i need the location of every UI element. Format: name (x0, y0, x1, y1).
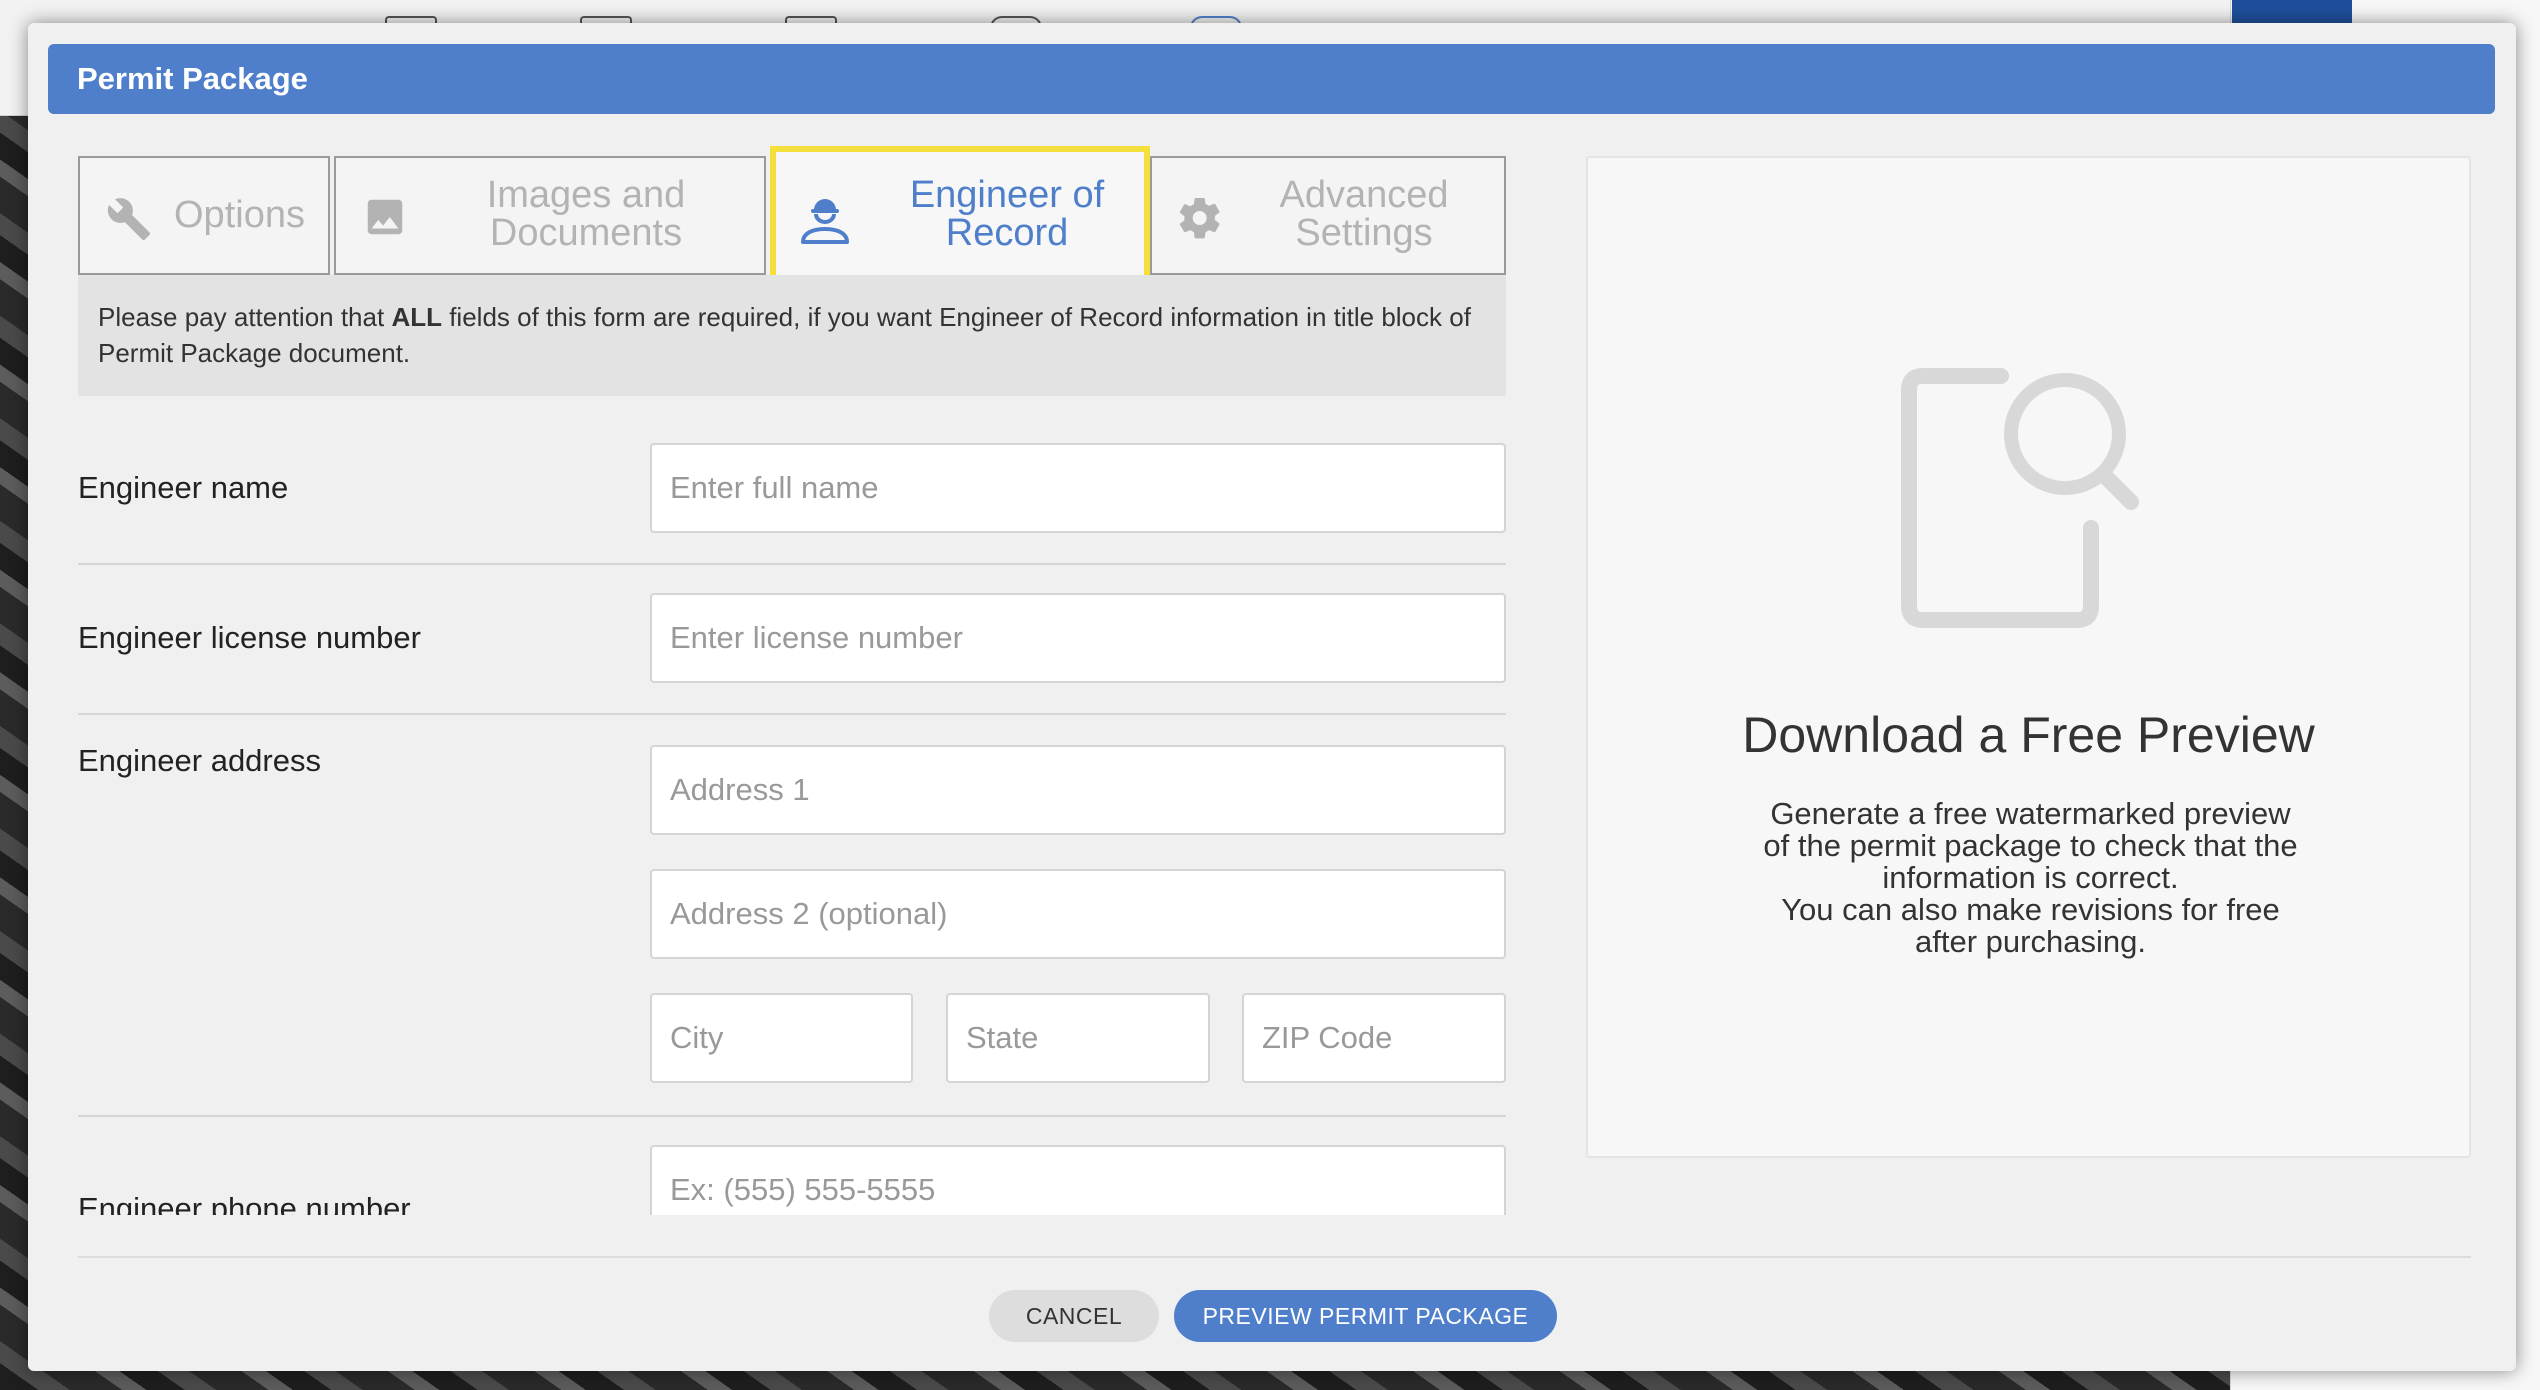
city-input[interactable] (650, 993, 913, 1083)
preview-description-line: of the permit package to check that the (1763, 828, 2298, 863)
footer-divider (78, 1256, 2471, 1258)
engineer-phone-label: Engineer phone number (78, 1191, 411, 1215)
free-preview-panel: Download a Free Preview Generate a free … (1586, 156, 2471, 1158)
preview-description-line: information is correct. (1882, 860, 2179, 895)
preview-description-line: Generate a free watermarked preview (1770, 796, 2291, 831)
preview-description-line: after purchasing. (1915, 924, 2146, 959)
form-divider (78, 713, 1506, 715)
engineer-license-input[interactable] (650, 593, 1506, 683)
engineer-license-label: Engineer license number (78, 620, 421, 655)
form-divider (78, 563, 1506, 565)
engineer-name-input[interactable] (650, 443, 1506, 533)
zip-code-input[interactable] (1242, 993, 1506, 1083)
form-divider (78, 1115, 1506, 1117)
preview-description: Generate a free watermarked preview of t… (1688, 798, 2373, 958)
preview-title: Download a Free Preview (1742, 707, 2315, 763)
cancel-button[interactable]: CANCEL (989, 1290, 1159, 1342)
address1-input[interactable] (650, 745, 1506, 835)
document-search-icon (1901, 368, 2141, 633)
preview-description-line: You can also make revisions for free (1781, 892, 2280, 927)
engineer-form: Engineer name Engineer license number En… (28, 23, 1528, 1215)
permit-package-modal: Permit Package Options Images and Docume… (28, 23, 2516, 1371)
engineer-address-label: Engineer address (78, 743, 321, 778)
engineer-phone-input[interactable] (650, 1145, 1506, 1215)
state-input[interactable] (946, 993, 1210, 1083)
preview-permit-package-button[interactable]: PREVIEW PERMIT PACKAGE (1174, 1290, 1557, 1342)
address2-input[interactable] (650, 869, 1506, 959)
engineer-name-label: Engineer name (78, 470, 289, 505)
